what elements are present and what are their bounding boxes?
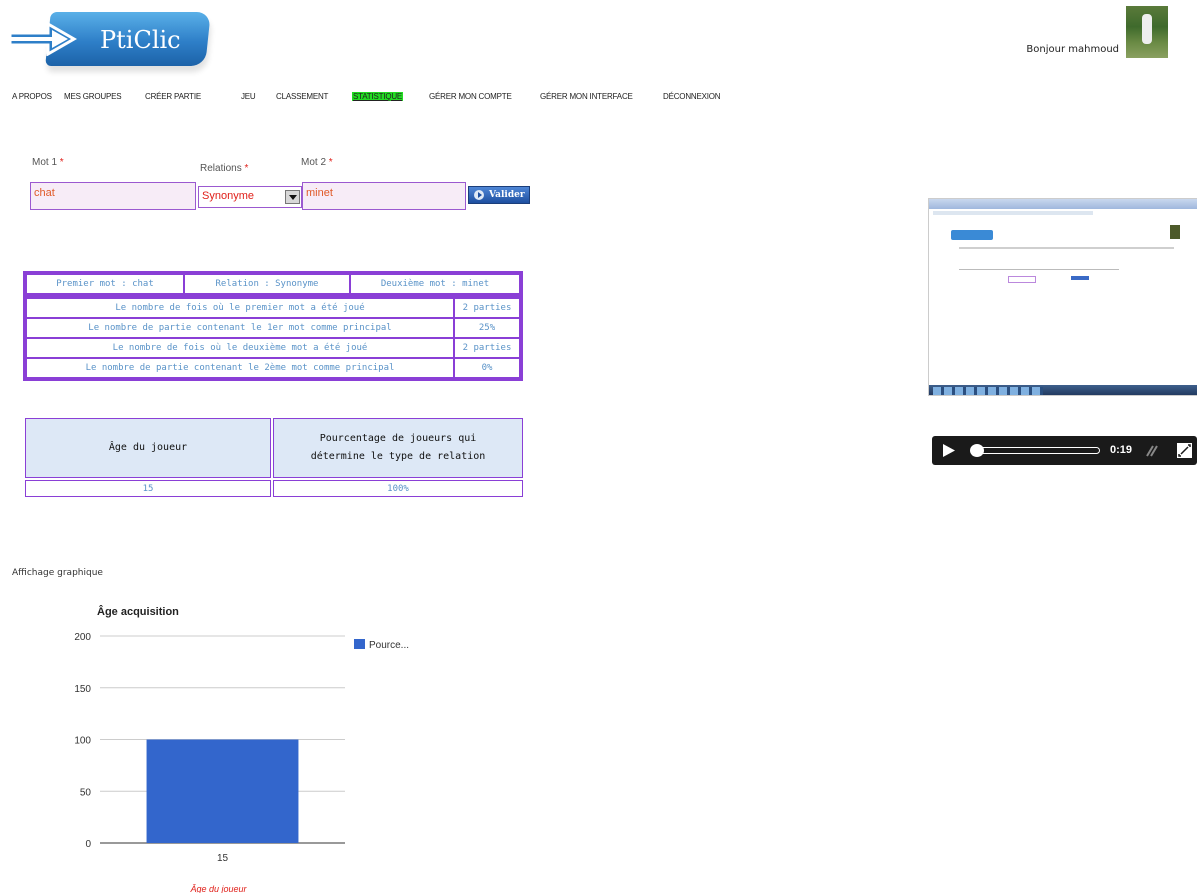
logo[interactable]: PtiClic [8, 8, 211, 74]
x-tick-label: 15 [217, 853, 229, 864]
x-axis-title: Âge du joueur [189, 884, 247, 893]
nav-item-mes-groupes[interactable]: MES GROUPES [64, 92, 122, 101]
age-table-header-age: Âge du joueur [25, 418, 271, 478]
relations-label: Relations * [200, 163, 249, 174]
legend-swatch [354, 639, 365, 649]
progress-track[interactable] [974, 447, 1100, 454]
chart-section-title: Affichage graphique [12, 568, 103, 578]
mot1-field[interactable]: chat [30, 182, 196, 210]
video-thumbnail[interactable] [928, 198, 1197, 396]
legend-label: Pource... [369, 640, 409, 651]
logo-text: PtiClic [100, 26, 181, 54]
video-time: 0:19 [1110, 444, 1133, 456]
nav-item-apropos[interactable]: A PROPOS [12, 92, 52, 101]
summary-row-label: Le nombre de fois où le deuxième mot a é… [26, 338, 454, 358]
chevron-down-icon[interactable] [285, 190, 300, 204]
y-tick-label: 0 [85, 839, 91, 850]
play-circle-icon [474, 190, 484, 200]
greeting: Bonjour mahmoud [1026, 44, 1119, 55]
age-table-header-pct: Pourcentage de joueurs qui détermine le … [273, 418, 523, 478]
video-player-controls: 0:19 [932, 436, 1197, 465]
summary-row-value: 25% [454, 318, 520, 338]
nav-item-gerer-compte[interactable]: GÉRER MON COMPTE [429, 92, 512, 101]
summary-header-word1: Premier mot : chat [26, 274, 184, 294]
y-tick-label: 50 [80, 787, 92, 798]
bar [146, 739, 299, 843]
relation-select[interactable]: Synonyme [198, 186, 302, 208]
progress-handle[interactable] [970, 444, 984, 457]
summary-header-relation: Relation : Synonyme [184, 274, 350, 294]
fullscreen-icon[interactable] [1177, 443, 1192, 458]
age-table-cell-pct: 100% [273, 480, 523, 497]
bar-chart: 0 50 100 150 200 15 Âge du joueur Pource... [74, 632, 409, 893]
mot2-field[interactable]: minet [302, 182, 466, 210]
y-tick-label: 100 [74, 736, 91, 747]
relation-select-value: Synonyme [202, 190, 254, 202]
mute-icon[interactable] [1145, 444, 1161, 458]
y-tick-label: 150 [74, 684, 91, 695]
valider-button[interactable]: Valider [468, 186, 530, 204]
summary-row-label: Le nombre de partie contenant le 2ème mo… [26, 358, 454, 378]
mot2-label: Mot 2 * [301, 157, 333, 168]
nav-item-creer-partie[interactable]: CRÉER PARTIE [145, 92, 201, 101]
play-icon[interactable] [942, 443, 956, 458]
summary-table: Premier mot : chat Relation : Synonyme D… [23, 271, 523, 381]
summary-row-value: 2 parties [454, 298, 520, 318]
nav-item-gerer-interface[interactable]: GÉRER MON INTERFACE [540, 92, 633, 101]
arrow-icon [8, 22, 78, 56]
chart-title: Âge acquisition [97, 606, 179, 618]
nav-item-statistique[interactable]: STATISTIQUE [352, 92, 404, 101]
summary-header-word2: Deuxième mot : minet [350, 274, 520, 294]
y-tick-label: 200 [74, 632, 91, 643]
mot1-label: Mot 1 * [32, 157, 64, 168]
avatar [1126, 6, 1168, 58]
nav-item-jeu[interactable]: JEU [241, 92, 256, 101]
nav-item-deconnexion[interactable]: DÉCONNEXION [663, 92, 721, 101]
summary-row-label: Le nombre de partie contenant le 1er mot… [26, 318, 454, 338]
summary-row-value: 2 parties [454, 338, 520, 358]
summary-row-label: Le nombre de fois où le premier mot a ét… [26, 298, 454, 318]
nav-item-classement[interactable]: CLASSEMENT [276, 92, 328, 101]
age-table-cell-age: 15 [25, 480, 271, 497]
summary-row-value: 0% [454, 358, 520, 378]
